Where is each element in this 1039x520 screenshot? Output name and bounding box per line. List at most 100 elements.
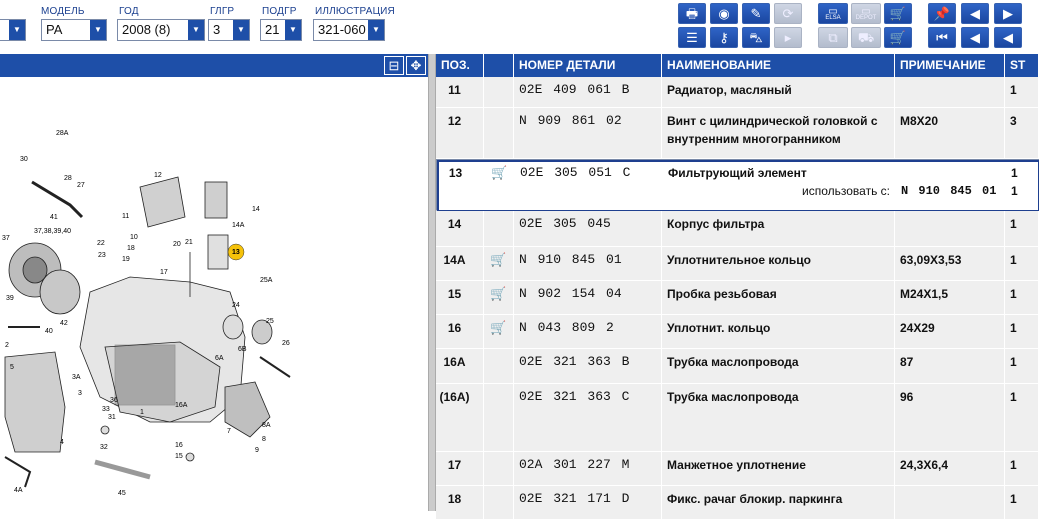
col-part-header[interactable]: НОМЕР ДЕТАЛИ xyxy=(514,54,662,77)
part-number-cell[interactable]: 02E 321 171 D xyxy=(514,486,662,519)
callout-label[interactable]: 41 xyxy=(50,214,58,221)
table-row[interactable]: (16A) 02E 321 363 C Трубка маслопровода 96 1 xyxy=(436,384,1039,452)
callout-label[interactable]: 16A xyxy=(175,402,188,409)
callout-label[interactable]: 32 xyxy=(100,444,108,451)
part-number-cell[interactable]: N 902 154 04 xyxy=(514,281,662,314)
callout-label[interactable]: 14 xyxy=(252,206,260,213)
table-row[interactable]: 18 02E 321 171 D Фикс. рачаг блокир. парки… xyxy=(436,486,1039,520)
callout-label[interactable]: 37 xyxy=(2,235,10,242)
callout-label[interactable]: 4A xyxy=(14,487,23,494)
part-number-cell[interactable]: 02E 409 061 B xyxy=(514,77,662,107)
callout-label[interactable]: 25A xyxy=(260,277,273,284)
cart-icon[interactable]: 🛒 xyxy=(490,286,506,301)
compare-button[interactable]: ⧉ xyxy=(818,27,848,48)
callout-label[interactable]: 9 xyxy=(255,447,259,454)
callout-label[interactable]: 3 xyxy=(78,390,82,397)
print-button[interactable]: 🖶 xyxy=(678,3,706,24)
key-button[interactable]: ⚷ xyxy=(710,27,738,48)
callout-label[interactable]: 6B xyxy=(238,346,247,353)
col-note-header[interactable]: ПРИМЕЧАНИЕ xyxy=(895,54,1005,77)
part-number-cell[interactable]: N 043 809 2 xyxy=(514,315,662,348)
callout-label[interactable]: 2 xyxy=(5,342,9,349)
callout-label[interactable]: 31 xyxy=(108,414,116,421)
part-number-cell[interactable]: N 909 861 02 xyxy=(514,108,662,158)
callout-label[interactable]: 16 xyxy=(175,442,183,449)
callout-label[interactable]: 20 xyxy=(173,241,181,248)
next-page-button[interactable]: ▶ xyxy=(994,3,1022,24)
tools-button[interactable]: ✎ xyxy=(742,3,770,24)
catalog-select[interactable]: ▼ xyxy=(0,19,26,41)
callout-label[interactable]: 12 xyxy=(154,172,162,179)
illustration-select[interactable]: 321-060 ▼ xyxy=(313,19,385,41)
table-row[interactable]: 14 02E 305 045 Корпус фильтра 1 xyxy=(436,211,1039,247)
callout-label[interactable]: 36 xyxy=(110,397,118,404)
table-row[interactable]: 12 N 909 861 02 Винт с цилиндрической голо… xyxy=(436,108,1039,159)
callout-label[interactable]: 45 xyxy=(118,490,126,497)
splitter[interactable] xyxy=(428,54,436,511)
callout-label[interactable]: 3A xyxy=(72,374,81,381)
year-select[interactable]: 2008 (8) ▼ xyxy=(117,19,205,41)
callout-label[interactable]: 8A xyxy=(262,422,271,429)
callout-label[interactable]: 4 xyxy=(60,439,64,446)
service-button[interactable]: ⟳ xyxy=(774,3,802,24)
list-button[interactable]: ☰ xyxy=(678,27,706,48)
part-number-cell[interactable]: N 910 845 01 xyxy=(514,247,662,280)
callout-label[interactable]: 21 xyxy=(185,239,193,246)
part-number-cell[interactable]: 02E 305 051 C xyxy=(515,160,663,210)
callout-label[interactable]: 37,38,39,40 xyxy=(34,228,71,235)
subgroup-select[interactable]: 21 ▼ xyxy=(260,19,302,41)
callout-label[interactable]: 26 xyxy=(282,340,290,347)
split-view-button[interactable]: ⊟ xyxy=(384,56,404,75)
cart-icon[interactable]: 🛒 xyxy=(490,252,506,267)
part-number-cell[interactable]: 02E 321 363 C xyxy=(514,384,662,451)
callout-label[interactable]: 28A xyxy=(56,130,69,137)
callout-label[interactable]: 19 xyxy=(122,256,130,263)
illustration-panel[interactable]: 28A 30 28 27 41 37,38,39,40 37 39 42 40 5 3A 3 4 4A 45 3… xyxy=(0,77,432,511)
callout-label[interactable]: 15 xyxy=(175,453,183,460)
callout-label[interactable]: 6A xyxy=(215,355,224,362)
prev-page-button[interactable]: ◀ xyxy=(961,3,989,24)
cart-list-button[interactable]: 🛒 xyxy=(884,27,912,48)
table-row[interactable]: 15 🛒 N 902 154 04 Пробка резьбовая M24X1,5 1 xyxy=(436,281,1039,315)
callout-label[interactable]: 24 xyxy=(232,302,240,309)
callout-label[interactable]: 23 xyxy=(98,252,106,259)
cart-icon[interactable]: 🛒 xyxy=(490,320,506,335)
callout-label[interactable]: 39 xyxy=(6,295,14,302)
depot-button[interactable]: ▭ DEPOT xyxy=(851,3,881,24)
col-name-header[interactable]: НАИМЕНОВАНИЕ xyxy=(662,54,895,77)
callout-label[interactable]: 8 xyxy=(262,436,266,443)
part-number-cell[interactable]: 02E 305 045 xyxy=(514,211,662,246)
elsa-button[interactable]: ▭ ELSA xyxy=(818,3,848,24)
callout-label[interactable]: 13 xyxy=(232,249,240,256)
first-button[interactable]: ⏮ xyxy=(928,27,956,48)
callout-label[interactable]: 33 xyxy=(102,406,110,413)
car-search-button[interactable]: ⛟ xyxy=(851,27,881,48)
arrow-button[interactable]: ▸ xyxy=(774,27,802,48)
table-row[interactable]: 16 🛒 N 043 809 2 Уплотнит. кольцо 24X29 1 xyxy=(436,315,1039,349)
car-button[interactable]: ⛍ xyxy=(742,27,770,48)
part-number-cell[interactable]: 02A 301 227 M xyxy=(514,452,662,485)
table-row[interactable]: 16A 02E 321 363 B Трубка маслопровода 87 1 xyxy=(436,349,1039,384)
callout-label[interactable]: 1 xyxy=(140,409,144,416)
table-row[interactable]: 11 02E 409 061 B Радиатор, масляный 1 xyxy=(436,77,1039,108)
table-row[interactable]: 13 🛒 02E 305 051 C Фильтрующий элемент испол… xyxy=(436,159,1039,212)
fullscreen-button[interactable]: ✥ xyxy=(406,56,426,75)
model-select[interactable]: PA ▼ xyxy=(41,19,107,41)
use-with-part[interactable]: N 910 845 01 xyxy=(901,182,1000,200)
table-row[interactable]: 14A 🛒 N 910 845 01 Уплотнительное кольцо 63,… xyxy=(436,247,1039,281)
previous-button[interactable]: ◀ xyxy=(961,27,989,48)
pin-button[interactable]: 📌 xyxy=(928,3,956,24)
table-row[interactable]: 17 02A 301 227 M Манжетное уплотнение 24,3X… xyxy=(436,452,1039,486)
callout-label[interactable]: 28 xyxy=(64,175,72,182)
callout-label[interactable]: 7 xyxy=(227,428,231,435)
callout-label[interactable]: 5 xyxy=(10,364,14,371)
callout-label[interactable]: 17 xyxy=(160,269,168,276)
callout-label[interactable]: 11 xyxy=(122,213,129,220)
col-st-header[interactable]: ST xyxy=(1005,54,1039,77)
callout-label[interactable]: 40 xyxy=(45,328,53,335)
main-group-select[interactable]: 3 ▼ xyxy=(208,19,250,41)
callout-label[interactable]: 42 xyxy=(60,320,68,327)
callout-label[interactable]: 25 xyxy=(266,318,274,325)
part-number-cell[interactable]: 02E 321 363 B xyxy=(514,349,662,383)
callout-label[interactable]: 18 xyxy=(127,245,135,252)
